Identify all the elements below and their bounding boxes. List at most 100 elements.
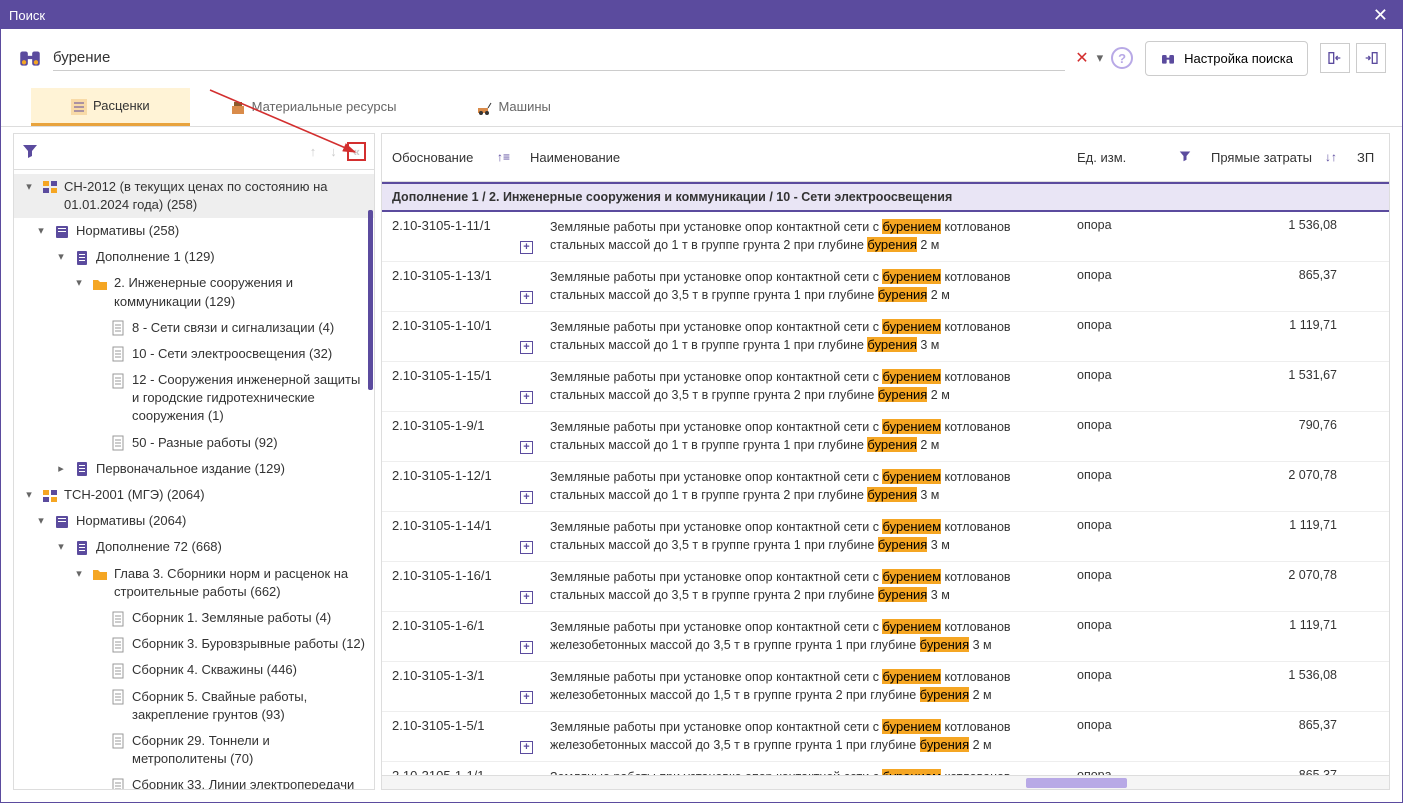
scrollbar-thumb[interactable]: [368, 210, 373, 390]
tree-node[interactable]: 50 - Разные работы (92): [14, 430, 374, 456]
tree-node[interactable]: ▾ТСН-2001 (МГЭ) (2064): [14, 482, 374, 508]
tree-node[interactable]: Сборник 3. Буровзрывные работы (12): [14, 631, 374, 657]
tree-label: Сборник 3. Буровзрывные работы (12): [132, 635, 366, 653]
zp-cell: [1347, 665, 1389, 708]
filter-column-icon[interactable]: [1179, 150, 1191, 165]
tree-node[interactable]: Сборник 4. Скважины (446): [14, 657, 374, 683]
table-row[interactable]: 2.10-3105-1-15/1+Земляные работы при уст…: [382, 362, 1389, 412]
nav-down-icon[interactable]: ↓: [326, 144, 341, 159]
clear-search-icon[interactable]: ✕: [1075, 48, 1088, 68]
nav-up-icon[interactable]: ↑: [306, 144, 321, 159]
machines-icon: [476, 100, 490, 114]
expand-icon[interactable]: +: [520, 541, 533, 554]
hscroll-thumb[interactable]: [1026, 778, 1127, 788]
table-row[interactable]: 2.10-3105-1-5/1+Земляные работы при уста…: [382, 712, 1389, 762]
table-row[interactable]: 2.10-3105-1-9/1+Земляные работы при уста…: [382, 412, 1389, 462]
col-name[interactable]: Наименование: [520, 142, 1067, 173]
close-icon[interactable]: ✕: [1367, 5, 1394, 26]
tree-label: Сборник 5. Свайные работы, закрепление г…: [132, 688, 366, 724]
search-settings-button[interactable]: Настройка поиска: [1145, 41, 1308, 76]
tree-node[interactable]: ▾Нормативы (258): [14, 218, 374, 244]
zp-cell: [1347, 315, 1389, 358]
table-row[interactable]: 2.10-3105-1-16/1+Земляные работы при уст…: [382, 562, 1389, 612]
tree-toggle-icon[interactable]: ▸: [54, 462, 68, 475]
zp-cell: [1347, 515, 1389, 558]
unit-cell: опора: [1067, 415, 1201, 458]
code-text: 2.10-3105-1-10/1: [392, 318, 492, 333]
binoculars-icon: [17, 45, 43, 71]
expand-icon[interactable]: +: [520, 491, 533, 504]
expand-icon[interactable]: +: [520, 241, 533, 254]
table-row[interactable]: 2.10-3105-1-12/1+Земляные работы при уст…: [382, 462, 1389, 512]
tree-node[interactable]: Сборник 33. Линии электропередачи: [14, 772, 374, 789]
tree-toggle-icon[interactable]: ▾: [72, 567, 86, 580]
grid-body[interactable]: 2.10-3105-1-11/1+Земляные работы при уст…: [382, 212, 1389, 775]
col-unit[interactable]: Ед. изм.: [1067, 142, 1201, 173]
tree-node[interactable]: Сборник 29. Тоннели и метрополитены (70): [14, 728, 374, 772]
tab-machines[interactable]: Машины: [436, 88, 590, 126]
name-cell: Земляные работы при установке опор конта…: [540, 315, 1067, 358]
tree-toggle-icon[interactable]: ▾: [54, 250, 68, 263]
tab-materials[interactable]: Материальные ресурсы: [190, 88, 437, 126]
insert-right-button[interactable]: [1356, 43, 1386, 73]
table-row[interactable]: 2.10-3105-1-14/1+Земляные работы при уст…: [382, 512, 1389, 562]
tree-label: Сборник 33. Линии электропередачи: [132, 776, 366, 789]
expand-icon[interactable]: +: [520, 591, 533, 604]
doc-icon: [74, 539, 90, 555]
table-row[interactable]: 2.10-3105-1-10/1 + Земляные работы при уст…: [382, 312, 1389, 362]
code-text: 2.10-3105-1-13/1: [392, 268, 492, 283]
tree-node[interactable]: ▾Дополнение 1 (129): [14, 244, 374, 270]
tree-toggle-icon[interactable]: ▾: [72, 276, 86, 289]
table-row[interactable]: 2.10-3105-1-13/1+Земляные работы при уст…: [382, 262, 1389, 312]
table-row[interactable]: 2.10-3105-1-1/1+Земляные работы при уста…: [382, 762, 1389, 775]
table-row[interactable]: 2.10-3105-1-6/1+Земляные работы при уста…: [382, 612, 1389, 662]
tree-node[interactable]: ▾СН-2012 (в текущих ценах по состоянию н…: [14, 174, 374, 218]
col-zp[interactable]: ЗП: [1347, 142, 1389, 173]
tree-toggle-icon[interactable]: ▾: [54, 540, 68, 553]
tree-toggle-icon[interactable]: ▾: [22, 180, 36, 193]
tree-node[interactable]: 12 - Сооружения инженерной защиты и горо…: [14, 367, 374, 430]
help-icon[interactable]: ?: [1111, 47, 1133, 69]
sort-cost-icon[interactable]: ↓↑: [1325, 150, 1337, 164]
collapse-sidebar-button[interactable]: «: [347, 142, 366, 161]
sidebar: ↑ ↓ « ▾СН-2012 (в текущих ценах по состо…: [13, 133, 375, 790]
expand-icon[interactable]: +: [520, 341, 533, 354]
filter-icon[interactable]: [22, 143, 38, 160]
table-row[interactable]: 2.10-3105-1-11/1+Земляные работы при уст…: [382, 212, 1389, 262]
tree-node[interactable]: ▾ Нормативы (2064): [14, 508, 374, 534]
tree-node[interactable]: ▾Дополнение 72 (668): [14, 534, 374, 560]
expand-icon[interactable]: +: [520, 441, 533, 454]
zp-cell: [1347, 415, 1389, 458]
tree-node[interactable]: ▾2. Инженерные сооружения и коммуникации…: [14, 270, 374, 314]
tab-rates[interactable]: Расценки: [31, 88, 190, 126]
insert-left-button[interactable]: [1320, 43, 1350, 73]
tree-node[interactable]: 8 - Сети связи и сигнализации (4): [14, 315, 374, 341]
tree-toggle-icon[interactable]: ▾: [22, 488, 36, 501]
col-code[interactable]: Обоснование ↑≡: [382, 142, 520, 173]
tree-label: Сборник 29. Тоннели и метрополитены (70): [132, 732, 366, 768]
code-text: 2.10-3105-1-6/1: [392, 618, 485, 633]
expand-icon[interactable]: +: [520, 691, 533, 704]
expand-icon[interactable]: +: [520, 291, 533, 304]
expand-icon[interactable]: +: [520, 391, 533, 404]
search-input[interactable]: [53, 45, 1065, 71]
col-cost[interactable]: Прямые затраты ↓↑: [1201, 142, 1347, 173]
expand-icon[interactable]: +: [520, 741, 533, 754]
tree[interactable]: ▾СН-2012 (в текущих ценах по состоянию н…: [14, 170, 374, 789]
expand-icon[interactable]: +: [520, 641, 533, 654]
cost-cell: 865,37: [1201, 265, 1347, 308]
tree-node[interactable]: Сборник 1. Земляные работы (4): [14, 605, 374, 631]
tree-toggle-icon[interactable]: ▾: [34, 224, 48, 237]
group-header: Дополнение 1 / 2. Инженерные сооружения …: [382, 182, 1389, 212]
tree-node[interactable]: Сборник 5. Свайные работы, закрепление г…: [14, 684, 374, 728]
tree-label: Нормативы (2064): [76, 512, 366, 530]
tree-node[interactable]: 10 - Сети электроосвещения (32): [14, 341, 374, 367]
tree-node[interactable]: ▸Первоначальное издание (129): [14, 456, 374, 482]
dropdown-icon[interactable]: ▾: [1097, 50, 1104, 66]
tree-node[interactable]: ▾Глава 3. Сборники норм и расценок на ст…: [14, 561, 374, 605]
sort-icon[interactable]: ↑≡: [497, 150, 510, 164]
tree-toggle-icon[interactable]: ▾: [34, 514, 48, 527]
toolbar: ✕ ▾ ? Настройка поиска: [1, 29, 1402, 88]
horizontal-scrollbar[interactable]: [382, 775, 1389, 789]
table-row[interactable]: 2.10-3105-1-3/1+Земляные работы при уста…: [382, 662, 1389, 712]
